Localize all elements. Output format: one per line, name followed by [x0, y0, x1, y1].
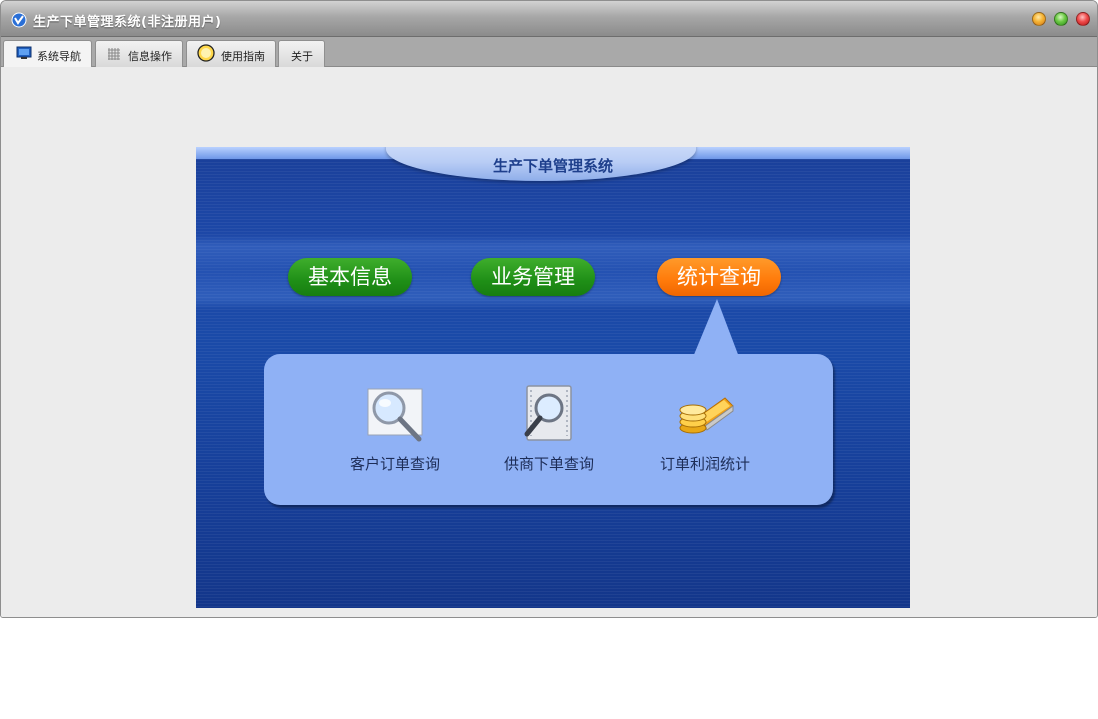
- monitor-icon: [16, 46, 32, 59]
- tab-label: 系统导航: [37, 50, 81, 63]
- panel-title: 生产下单管理系统: [492, 157, 613, 175]
- app-logo-icon: [11, 12, 27, 28]
- tab-system-navigation[interactable]: 系统导航: [3, 40, 92, 68]
- close-button[interactable]: [1076, 12, 1090, 26]
- tab-bar: 系统导航 信息操作 使用指南 关于: [1, 37, 1097, 68]
- coins-laptop-icon: [679, 397, 734, 434]
- minimize-button[interactable]: [1032, 12, 1046, 26]
- tab-label: 使用指南: [221, 50, 265, 63]
- submenu-label: 客户订单查询: [349, 455, 440, 473]
- category-basic-info-button[interactable]: 基本信息: [288, 258, 412, 296]
- order-profit-statistics-button[interactable]: 订单利润统计: [640, 384, 770, 484]
- navigation-panel: 生产下单管理系统 基本信息 业务管理 统计查询 客户订单查询 供商下单查询 订单…: [196, 147, 910, 608]
- maximize-button[interactable]: [1054, 12, 1068, 26]
- category-statistics-query-button[interactable]: 统计查询: [657, 258, 781, 296]
- submenu-label: 供商下单查询: [503, 455, 594, 473]
- tab-about[interactable]: 关于: [278, 40, 325, 67]
- category-business-management-button[interactable]: 业务管理: [471, 258, 595, 296]
- callout-pointer: [693, 299, 739, 357]
- tab-label: 关于: [291, 50, 313, 63]
- document-search-icon: [524, 385, 572, 441]
- tab-label: 信息操作: [128, 50, 172, 63]
- magnifier-icon: [367, 388, 423, 442]
- submenu-callout: 客户订单查询 供商下单查询 订单利润统计: [264, 354, 833, 505]
- title-bar[interactable]: 生产下单管理系统(非注册用户): [1, 1, 1097, 37]
- window-title: 生产下单管理系统(非注册用户): [33, 15, 222, 30]
- grid-icon: [108, 48, 120, 60]
- tab-user-guide[interactable]: 使用指南: [186, 40, 276, 67]
- submenu-label: 订单利润统计: [659, 455, 750, 473]
- tab-info-operation[interactable]: 信息操作: [95, 40, 183, 67]
- help-circle-icon: [197, 44, 215, 62]
- supplier-order-query-button[interactable]: 供商下单查询: [484, 384, 614, 484]
- customer-order-query-button[interactable]: 客户订单查询: [330, 384, 460, 484]
